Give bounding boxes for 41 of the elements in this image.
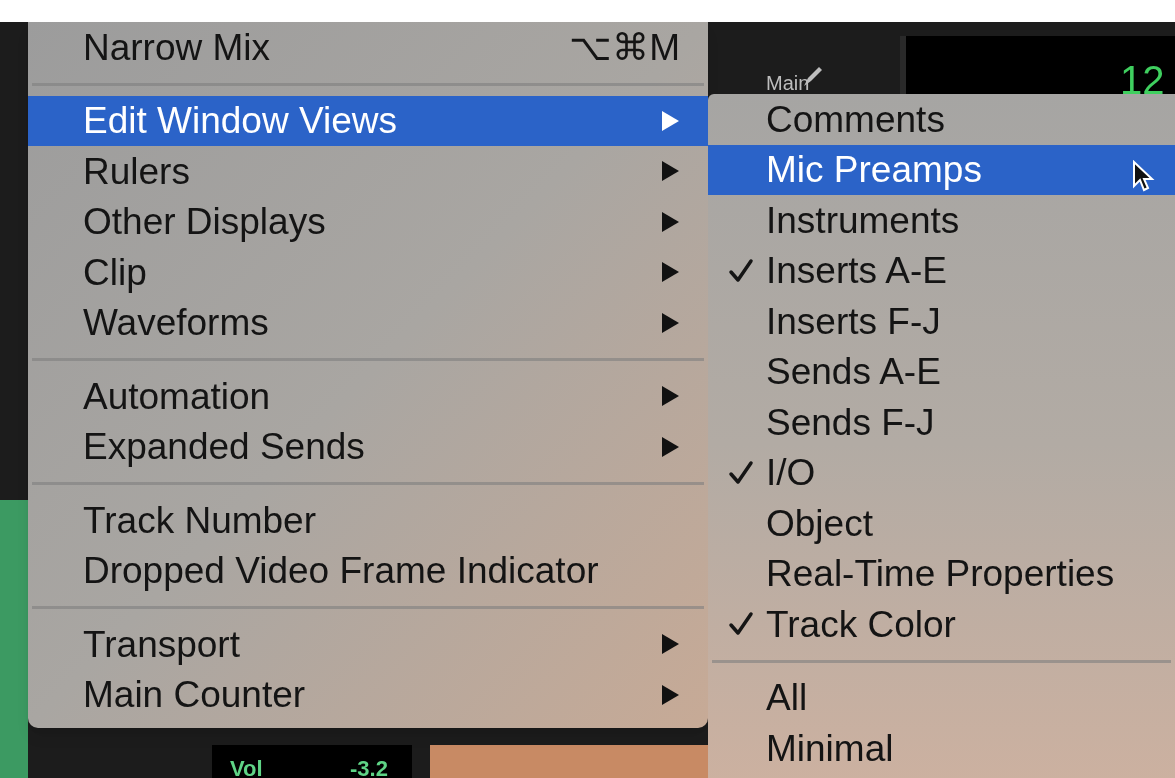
menu-item[interactable]: Real-Time Properties [708,548,1175,599]
submenu-arrow-icon [660,210,680,233]
menu-item[interactable]: Sends F-J [708,397,1175,448]
submenu-arrow-icon [660,109,680,132]
checkmark-icon [728,611,754,637]
menu-item[interactable]: Narrow Mix ⌥⌘M [28,22,708,73]
menu-item[interactable]: Track Color [708,599,1175,650]
menu-item[interactable]: All [708,672,1175,723]
menu-item[interactable]: Mic Preamps [708,144,1175,195]
submenu-arrow-icon [660,435,680,458]
submenu-arrow-icon [660,385,680,408]
menu-item[interactable]: Clip [28,247,708,298]
menu-item[interactable]: Inserts A-E [708,245,1175,296]
menu-item[interactable]: Inserts F-J [708,296,1175,347]
menu-item[interactable]: Sends A-E [708,346,1175,397]
menu-item[interactable]: Dropped Video Frame Indicator [28,545,708,596]
submenu-arrow-icon [660,311,680,334]
shortcut-label: ⌥⌘M [569,25,680,70]
menu-item[interactable]: Transport [28,619,708,670]
menu-item[interactable]: Expanded Sends [28,421,708,472]
menu-item[interactable]: Other Displays [28,196,708,247]
mouse-pointer-icon [1132,160,1156,194]
menu-item[interactable]: Main Counter [28,669,708,720]
checkmark-icon [728,459,754,486]
menu-item[interactable]: Waveforms [28,297,708,348]
counter-label: Main [766,71,810,96]
menu-item[interactable]: Minimal [708,723,1175,774]
menu-item[interactable]: Edit Window Views [28,95,708,146]
checkmark-icon [728,257,754,284]
submenu-arrow-icon [660,261,680,284]
menu-item[interactable]: Instruments [708,195,1175,246]
submenu-arrow-icon [660,160,680,183]
menu-item[interactable]: I/O [708,447,1175,498]
submenu-arrow-icon [660,683,680,706]
menu-item[interactable]: Automation [28,371,708,422]
submenu-arrow-icon [660,633,680,656]
menu-item[interactable]: Rulers [28,146,708,197]
menu-item[interactable]: Object [708,498,1175,549]
volume-value: -3.2 [350,755,388,778]
volume-label: Vol [230,755,263,778]
menu-item[interactable]: Track Number [28,495,708,546]
